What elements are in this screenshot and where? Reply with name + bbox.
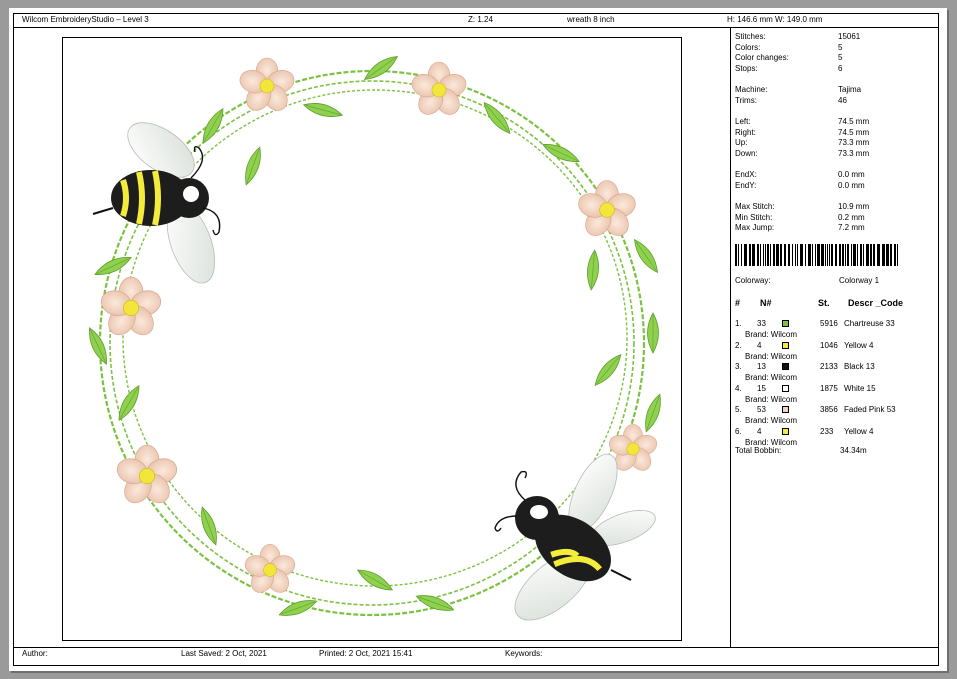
app-title: Wilcom EmbroideryStudio – Level 3	[22, 15, 149, 24]
color-index: 3.	[735, 362, 742, 371]
author-label: Author:	[22, 649, 48, 658]
barcode-icon	[735, 244, 898, 266]
stat-label: Color changes:	[735, 53, 789, 62]
thread-number: 4	[757, 426, 762, 436]
thread-description: Yellow 4	[844, 340, 874, 350]
header-divider	[13, 27, 939, 28]
stat-value: 73.3 mm	[838, 148, 870, 158]
stat-value: 0.2 mm	[838, 212, 865, 222]
thread-number: 15	[757, 383, 766, 393]
stitch-count: 1046	[820, 340, 838, 350]
col-number-header: N#	[760, 298, 772, 308]
design-name: wreath 8 inch	[567, 15, 615, 24]
printed-date: Printed: 2 Oct, 2021 15:41	[319, 649, 413, 658]
stat-label: Down:	[735, 148, 758, 158]
col-descr-header: Descr _Code	[848, 298, 904, 308]
keywords-label: Keywords:	[505, 649, 543, 658]
thread-description: White 15	[844, 383, 876, 393]
thread-number: 13	[757, 362, 766, 371]
thread-brand: Brand: Wilcom	[745, 373, 798, 382]
footer-divider	[13, 647, 939, 648]
stat-value: 73.3 mm	[838, 138, 870, 147]
stat-value: 7.2 mm	[838, 223, 865, 232]
stat-value: 74.5 mm	[838, 127, 870, 137]
stat-value: Tajima	[838, 85, 862, 94]
stat-label: Stitches:	[735, 32, 766, 41]
thread-number: 33	[757, 319, 766, 328]
stitch-count: 233	[820, 426, 834, 436]
color-index: 4.	[735, 383, 742, 393]
thread-brand: Brand: Wilcom	[745, 330, 798, 339]
stat-label: Colors:	[735, 42, 761, 52]
thread-brand: Brand: Wilcom	[745, 416, 798, 425]
color-swatch	[782, 341, 789, 349]
bee-icon	[494, 453, 656, 621]
thread-description: Black 13	[844, 362, 875, 371]
thread-description: Faded Pink 53	[844, 405, 896, 414]
stat-value: 0.0 mm	[838, 170, 865, 179]
stat-label: EndX:	[735, 170, 757, 179]
color-index: 6.	[735, 426, 742, 436]
col-stitches-header: St.	[818, 298, 830, 308]
stitch-count: 2133	[820, 362, 838, 371]
stat-value: 15061	[838, 32, 861, 41]
color-index: 2.	[735, 340, 742, 350]
stitch-count: 3856	[820, 405, 838, 414]
stat-label: Up:	[735, 138, 748, 147]
stat-label: Min Stitch:	[735, 212, 773, 222]
zoom-level: Z: 1.24	[468, 15, 493, 24]
thread-number: 4	[757, 340, 762, 350]
stat-label: Right:	[735, 127, 756, 137]
last-saved: Last Saved: 2 Oct, 2021	[181, 649, 267, 658]
stat-label: Stops:	[735, 63, 758, 73]
thread-description: Chartreuse 33	[844, 319, 895, 328]
color-swatch	[782, 406, 789, 413]
color-index: 1.	[735, 319, 742, 328]
stat-value: 46	[838, 95, 847, 105]
stat-label: Machine:	[735, 85, 768, 94]
design-dimensions: H: 146.6 mm W: 149.0 mm	[727, 15, 823, 24]
total-bobbin-label: Total Bobbin:	[735, 446, 782, 455]
stat-value: 74.5 mm	[838, 117, 870, 126]
thread-brand: Brand: Wilcom	[745, 351, 798, 361]
colorway-label: Colorway:	[735, 276, 771, 285]
thread-number: 53	[757, 405, 766, 414]
stat-value: 6	[838, 63, 843, 73]
stat-label: Max Jump:	[735, 223, 775, 232]
stat-value: 5	[838, 42, 843, 52]
info-panel-divider	[730, 27, 731, 647]
stat-label: Left:	[735, 117, 751, 126]
design-preview	[62, 37, 682, 641]
thread-brand: Brand: Wilcom	[745, 394, 798, 404]
total-bobbin-value: 34.34m	[840, 446, 867, 455]
stat-value: 10.9 mm	[838, 202, 870, 211]
color-index: 5.	[735, 405, 742, 414]
col-index-header: #	[735, 298, 741, 308]
stat-label: Max Stitch:	[735, 202, 775, 211]
wreath-design	[84, 51, 666, 621]
stat-label: Trims:	[735, 95, 757, 105]
stitch-count: 1875	[820, 383, 838, 393]
stat-value: 0.0 mm	[838, 180, 865, 190]
stat-value: 5	[838, 53, 843, 62]
thread-description: Yellow 4	[844, 426, 874, 436]
color-swatch	[782, 427, 789, 435]
stat-label: EndY:	[735, 180, 757, 190]
stitch-count: 5916	[820, 319, 838, 328]
color-swatch	[782, 384, 789, 392]
colorway-value: Colorway 1	[839, 276, 880, 285]
color-swatch	[782, 320, 789, 327]
color-swatch	[782, 363, 789, 370]
